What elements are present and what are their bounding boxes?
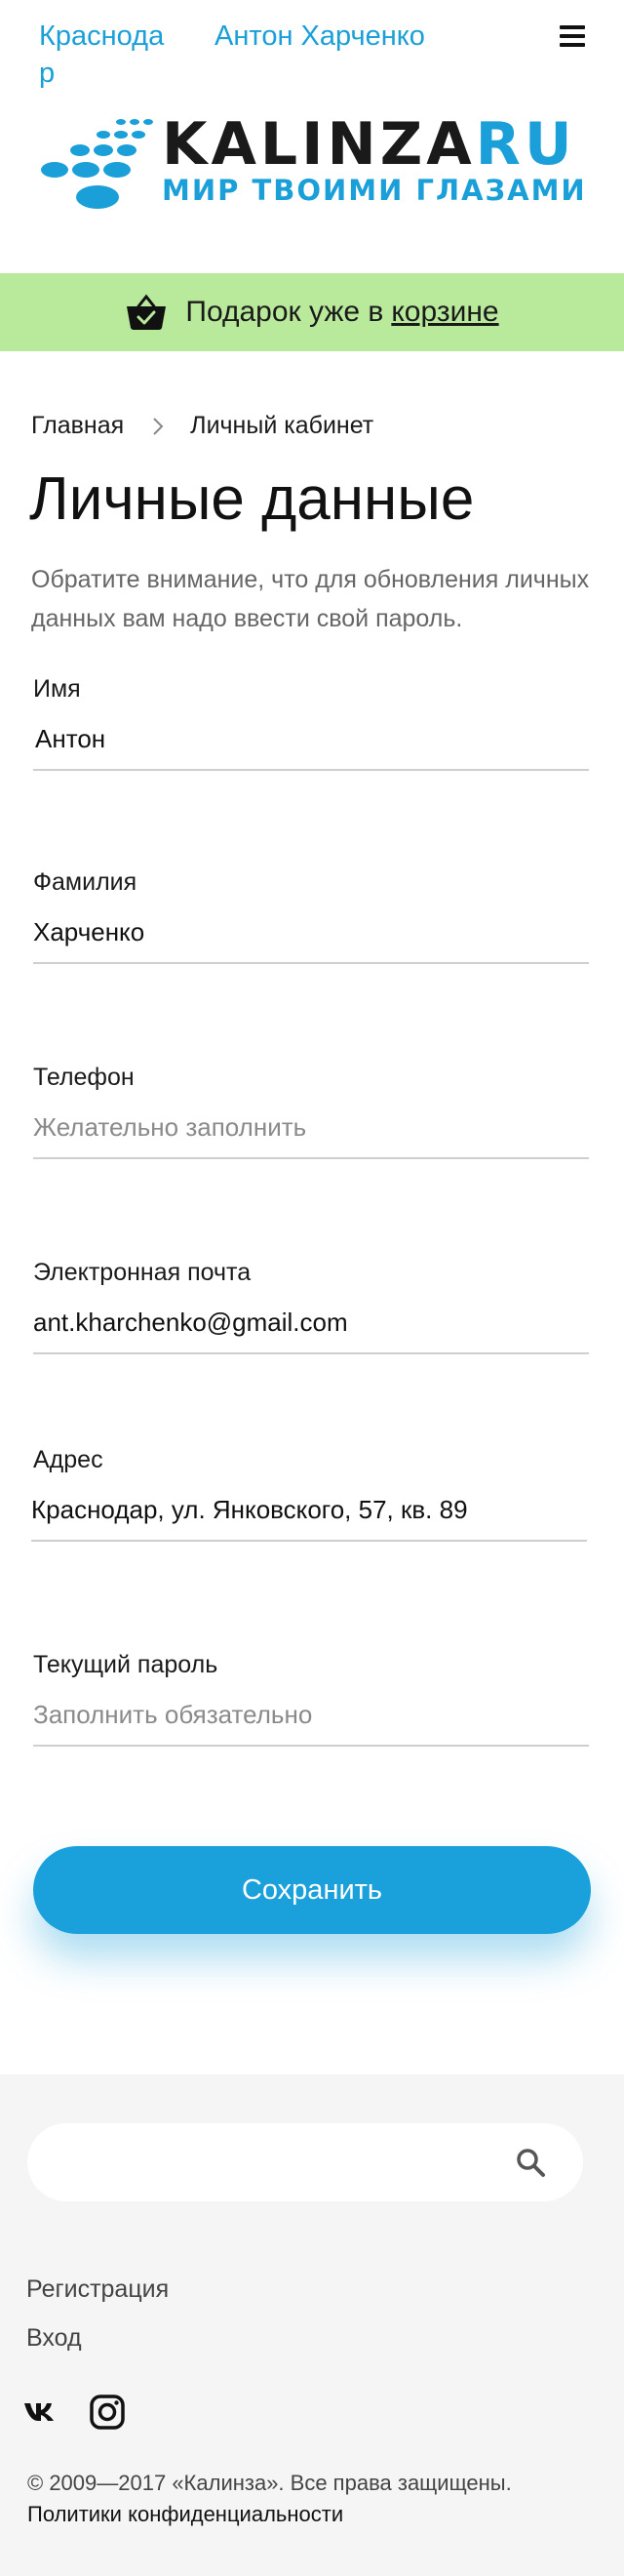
address-label: Адрес <box>33 1446 103 1473</box>
basket-check-icon <box>127 294 167 330</box>
page: Краснодар Антон Харченко KALINZARU МИР Т… <box>0 0 624 2576</box>
user-account-link[interactable]: Антон Харченко <box>214 18 425 55</box>
logo-wordmark: KALINZARU <box>162 110 576 179</box>
instagram-icon[interactable] <box>90 2395 125 2430</box>
breadcrumb: Главная Личный кабинет <box>31 412 373 440</box>
search-box <box>27 2123 583 2201</box>
breadcrumb-home[interactable]: Главная <box>31 412 124 440</box>
search-input[interactable] <box>57 2123 505 2201</box>
email-field: Электронная почта <box>33 1259 589 1354</box>
gift-banner: Подарок уже в корзине <box>0 273 624 351</box>
first-name-label: Имя <box>33 675 81 703</box>
address-input[interactable] <box>31 1479 587 1542</box>
password-field: Текущий пароль <box>33 1651 589 1747</box>
last-name-field: Фамилия <box>33 868 589 964</box>
cart-link[interactable]: корзине <box>391 296 498 328</box>
logo-tagline: МИР ТВОИМИ ГЛАЗАМИ <box>162 174 587 207</box>
address-field: Адрес <box>31 1446 589 1542</box>
first-name-input[interactable] <box>33 708 589 771</box>
register-link[interactable]: Регистрация <box>26 2275 169 2304</box>
email-label: Электронная почта <box>33 1259 252 1286</box>
privacy-link[interactable]: Политики конфиденциальности <box>27 2502 343 2527</box>
footer: Регистрация Вход © 2009—2017 «Калинза». … <box>0 2074 624 2576</box>
gift-text: Подарок уже в корзине <box>185 296 499 328</box>
hamburger-icon[interactable] <box>560 25 585 51</box>
phone-input[interactable] <box>33 1097 589 1159</box>
chevron-right-icon <box>153 417 164 435</box>
copyright: © 2009—2017 «Калинза». Все права защищен… <box>27 2471 512 2495</box>
breadcrumb-current: Личный кабинет <box>190 412 374 439</box>
top-links: Краснодар Антон Харченко <box>39 18 585 96</box>
logo[interactable]: KALINZARU МИР ТВОИМИ ГЛАЗАМИ <box>37 109 593 217</box>
login-link[interactable]: Вход <box>26 2324 82 2353</box>
first-name-field: Имя <box>33 675 589 771</box>
phone-field: Телефон <box>33 1064 589 1159</box>
last-name-label: Фамилия <box>33 868 137 896</box>
logo-dots-icon <box>41 119 153 209</box>
search-icon[interactable] <box>515 2147 546 2178</box>
phone-label: Телефон <box>33 1064 135 1091</box>
password-label: Текущий пароль <box>33 1651 218 1678</box>
social-links <box>23 2395 125 2430</box>
last-name-input[interactable] <box>33 902 589 964</box>
password-input[interactable] <box>33 1684 589 1747</box>
city-link[interactable]: Краснодар <box>39 18 176 92</box>
page-title: Личные данные <box>29 465 475 533</box>
save-button[interactable]: Сохранить <box>33 1846 591 1934</box>
password-notice: Обратите внимание, что для обновления ли… <box>31 566 590 632</box>
email-input[interactable] <box>33 1292 589 1354</box>
vk-icon[interactable] <box>23 2400 60 2424</box>
